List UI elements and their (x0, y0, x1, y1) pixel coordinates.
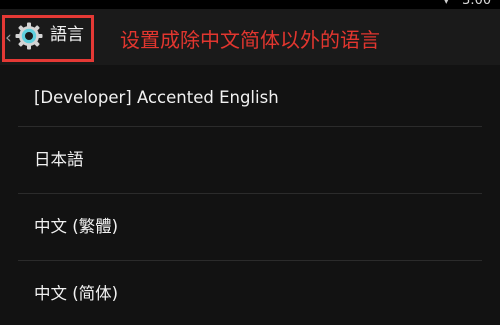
language-item-label: 中文 (简体) (34, 284, 119, 303)
status-bar: ▾ 3:00 (0, 0, 500, 9)
signal-icon: ▾ (444, 0, 449, 7)
language-settings-screen: ▾ 3:00 ‹ 語言 设置成除中文简体以外的语言 [Developer] Ac… (0, 0, 500, 325)
language-item-label: [Developer] Accented English (34, 88, 279, 107)
language-item-japanese[interactable]: 日本語 (0, 127, 500, 193)
language-item-label: 日本語 (34, 150, 84, 169)
language-item-simplified-chinese[interactable]: 中文 (简体) (0, 261, 500, 325)
status-time: 3:00 (462, 0, 492, 8)
annotation-highlight-box (2, 15, 94, 62)
annotation-text: 设置成除中文简体以外的语言 (120, 28, 380, 52)
language-list: [Developer] Accented English 日本語 中文 (繁體)… (0, 65, 500, 325)
language-item-label: 中文 (繁體) (34, 217, 119, 236)
language-item-accented-english[interactable]: [Developer] Accented English (0, 65, 500, 131)
language-item-traditional-chinese[interactable]: 中文 (繁體) (0, 194, 500, 260)
